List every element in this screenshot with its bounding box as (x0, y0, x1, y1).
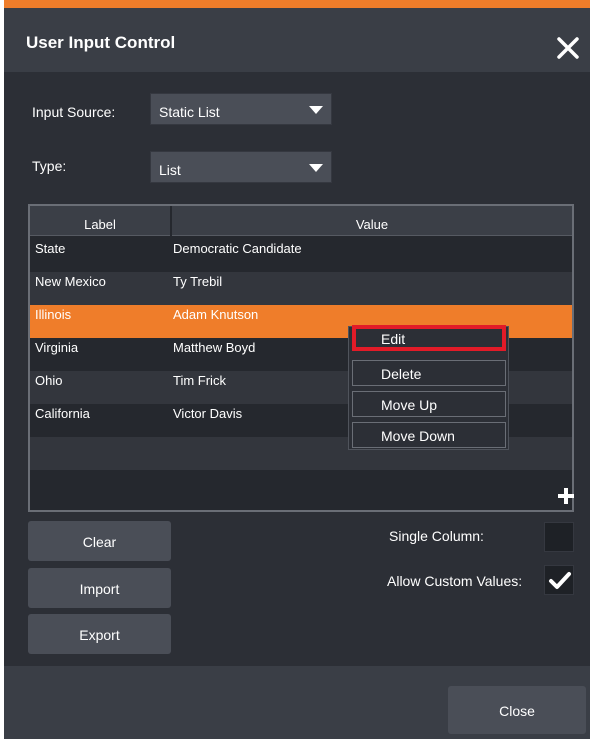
dialog-titlebar: User Input Control (4, 8, 590, 72)
row-value: Victor Davis (173, 406, 243, 421)
row-value: Adam Knutson (173, 307, 259, 322)
row-value: Matthew Boyd (173, 340, 256, 355)
clear-button[interactable]: Clear (28, 521, 171, 561)
close-icon[interactable] (554, 34, 582, 62)
export-button[interactable]: Export (28, 614, 171, 654)
dialog-title: User Input Control (26, 33, 176, 52)
allow-custom-values-checkbox[interactable] (544, 565, 574, 595)
chevron-down-icon (309, 164, 323, 172)
table-header: Label Value (30, 206, 572, 236)
row-label: California (35, 406, 90, 421)
row-label: Illinois (35, 307, 72, 322)
column-header-label[interactable]: Label (30, 217, 170, 232)
context-menu-move-up[interactable]: Move Up (352, 391, 506, 417)
row-label: State (35, 241, 66, 256)
row-label: New Mexico (35, 274, 106, 289)
single-column-label: Single Column: (389, 528, 484, 544)
user-input-control-dialog: User Input Control Input Source: Static … (4, 0, 590, 739)
import-button[interactable]: Import (28, 568, 171, 608)
chevron-down-icon (309, 106, 323, 114)
single-column-checkbox[interactable] (544, 522, 574, 552)
context-menu-delete[interactable]: Delete (352, 360, 506, 386)
row-value: Democratic Candidate (173, 241, 302, 256)
row-label: Virginia (35, 340, 79, 355)
row-value: Tim Frick (173, 373, 226, 388)
input-source-value: Static List (159, 104, 220, 120)
input-source-label: Input Source: (32, 104, 116, 120)
type-label: Type: (32, 158, 67, 174)
close-button[interactable]: Close (448, 686, 586, 734)
row-value: Ty Trebil (173, 274, 223, 289)
context-menu-move-down[interactable]: Move Down (352, 422, 506, 448)
dialog-footer: Close (4, 666, 590, 739)
context-menu-edit[interactable]: Edit (352, 325, 506, 351)
table-row[interactable]: New Mexico Ty Trebil (30, 272, 572, 305)
type-select[interactable]: List (150, 151, 332, 183)
input-source-select[interactable]: Static List (150, 93, 332, 125)
context-menu: Edit Delete Move Up Move Down (348, 325, 509, 450)
table-row[interactable]: State Democratic Candidate (30, 239, 572, 272)
allow-custom-values-label: Allow Custom Values: (387, 573, 523, 589)
type-value: List (159, 162, 181, 178)
column-header-value[interactable]: Value (172, 217, 572, 232)
checkmark-icon (549, 572, 571, 589)
plus-icon[interactable] (557, 487, 575, 505)
row-label: Ohio (35, 373, 63, 388)
